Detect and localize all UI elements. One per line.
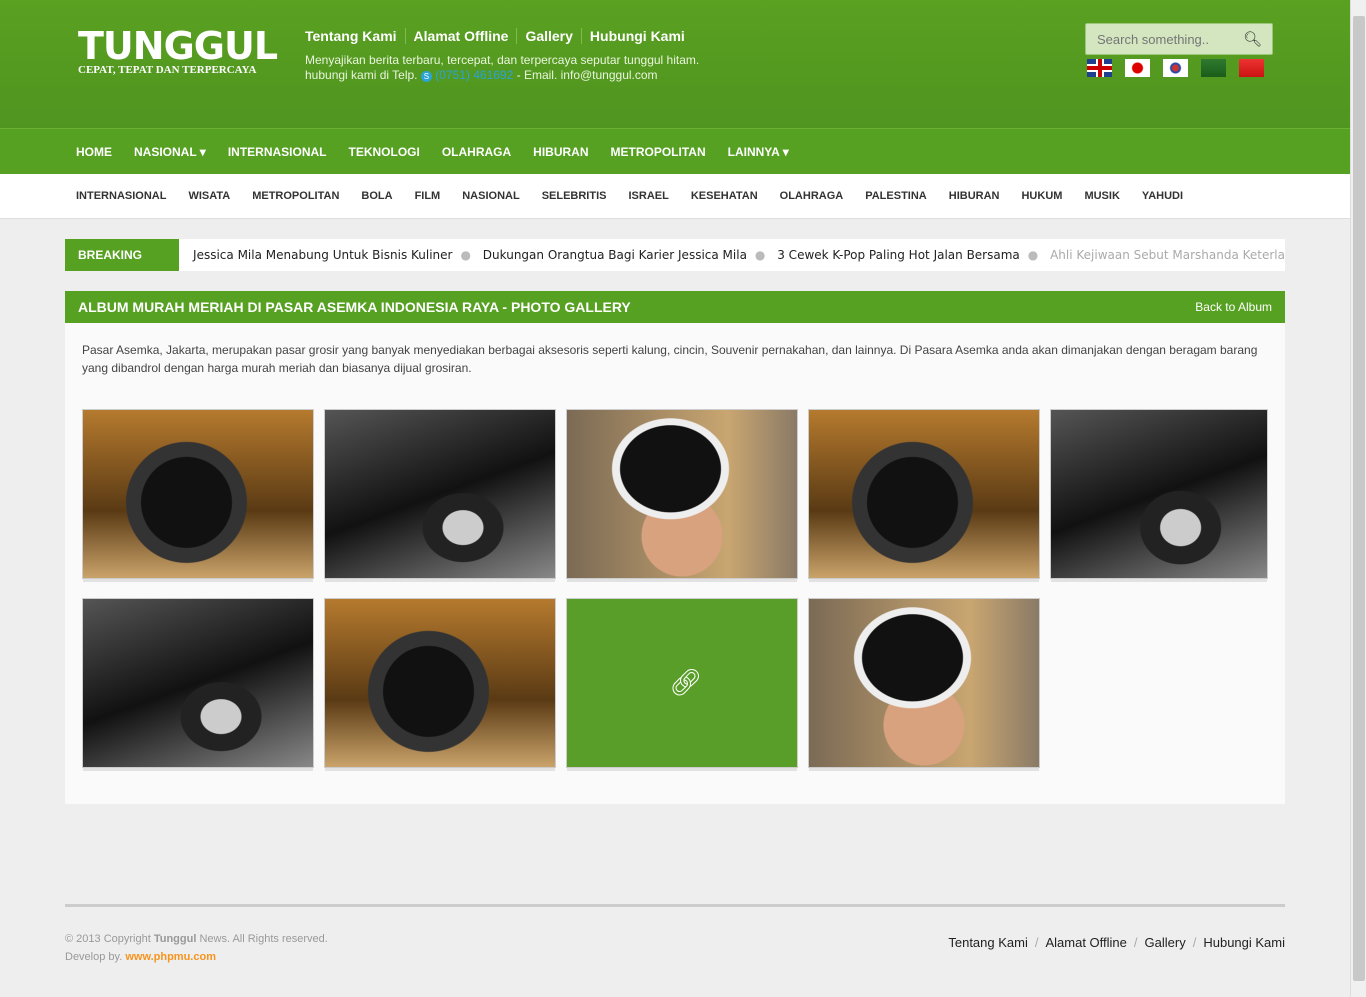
gallery-photo-camera[interactable] [808, 409, 1040, 579]
search-input[interactable] [1086, 24, 1236, 54]
news-item[interactable]: Dukungan Orangtua Bagi Karier Jessica Mi… [483, 248, 747, 262]
top-link[interactable]: Hubungi Kami [580, 28, 693, 44]
subnav-item[interactable]: NASIONAL [462, 174, 519, 218]
nav-item[interactable]: OLAHRAGA [442, 129, 511, 175]
nav-item[interactable]: HIBURAN [533, 129, 588, 175]
sub-nav: INTERNASIONAL WISATA METROPOLITAN BOLA FILM N… [0, 174, 1350, 219]
subnav-item[interactable]: PALESTINA [865, 174, 927, 218]
scrollbar[interactable] [1350, 0, 1366, 997]
subnav-item[interactable]: SELEBRITIS [542, 174, 607, 218]
gallery-photo-camera[interactable] [324, 598, 556, 768]
subnav-item[interactable]: ISRAEL [628, 174, 668, 218]
saudi-flag-icon[interactable] [1201, 59, 1226, 77]
uk-flag-icon[interactable] [1087, 59, 1112, 77]
news-item[interactable]: Ahli Kejiwaan Sebut Marshanda Keterla [1050, 248, 1285, 262]
gallery-photo-car-hovered[interactable]: 🔗︎ [566, 598, 798, 768]
gallery-photo-car[interactable] [82, 598, 314, 768]
nav-item[interactable]: LAINNYA ▾ [728, 129, 789, 175]
site-description: Menyajikan berita terbaru, tercepat, dan… [305, 53, 700, 82]
breaking-news: BREAKING NEWS Jessica Mila Menabung Untu… [65, 239, 1285, 271]
footer-links: Tentang Kami / Alamat Offline / Gallery / H… [948, 935, 1285, 950]
language-flags [1087, 59, 1264, 77]
nav-item[interactable]: METROPOLITAN [611, 129, 706, 175]
subnav-item[interactable]: OLAHRAGA [780, 174, 844, 218]
subnav-item[interactable]: MUSIK [1084, 174, 1119, 218]
gallery-photo-camera[interactable] [82, 409, 314, 579]
gallery-photo-woman[interactable] [566, 409, 798, 579]
footer-link[interactable]: Alamat Offline [1045, 935, 1126, 950]
korea-flag-icon[interactable] [1163, 59, 1188, 77]
news-item[interactable]: 3 Cewek K-Pop Paling Hot Jalan Bersama [777, 248, 1020, 262]
footer-divider [65, 904, 1285, 907]
top-links: Tentang Kami Alamat Offline Gallery Hubu… [305, 28, 693, 44]
breaking-news-label: BREAKING NEWS [65, 239, 180, 271]
footer-link[interactable]: Hubungi Kami [1203, 935, 1285, 950]
subnav-item[interactable]: FILM [415, 174, 441, 218]
scrollbar-thumb[interactable] [1353, 16, 1365, 981]
main-nav: HOME NASIONAL ▾ INTERNASIONAL TEKNOLOGI OLAH… [0, 128, 1350, 174]
china-flag-icon[interactable] [1239, 59, 1264, 77]
copyright: © 2013 Copyright Tunggul News. All Right… [65, 933, 328, 963]
subnav-item[interactable]: KESEHATAN [691, 174, 758, 218]
footer-link[interactable]: Gallery [1145, 935, 1186, 950]
nav-item[interactable]: TEKNOLOGI [348, 129, 419, 175]
skype-icon: S [420, 71, 432, 82]
nav-item[interactable]: INTERNASIONAL [228, 129, 327, 175]
logo[interactable]: TUNGGUL CEPAT, TEPAT DAN TERPERCAYA [78, 26, 278, 76]
subnav-item[interactable]: HUKUM [1021, 174, 1062, 218]
header: TUNGGUL CEPAT, TEPAT DAN TERPERCAYA Tent… [0, 0, 1350, 128]
back-to-album-link[interactable]: Back to Album [1195, 300, 1272, 314]
subnav-item[interactable]: METROPOLITAN [252, 174, 339, 218]
developer-link[interactable]: www.phpmu.com [125, 951, 216, 963]
subnav-item[interactable]: BOLA [361, 174, 392, 218]
japan-flag-icon[interactable] [1125, 59, 1150, 77]
gallery-photo-car[interactable] [324, 409, 556, 579]
nav-item[interactable]: NASIONAL ▾ [134, 129, 206, 175]
top-link[interactable]: Tentang Kami [305, 28, 405, 44]
search-icon[interactable]: 🔍︎ [1243, 30, 1262, 48]
subnav-item[interactable]: HIBURAN [949, 174, 1000, 218]
album-title: ALBUM MURAH MERIAH DI PASAR ASEMKA INDON… [78, 299, 631, 315]
nav-item[interactable]: HOME [76, 129, 112, 175]
top-link[interactable]: Alamat Offline [404, 28, 517, 44]
subnav-item[interactable]: WISATA [188, 174, 230, 218]
news-item[interactable]: Jessica Mila Menabung Untuk Bisnis Kulin… [193, 248, 452, 262]
search-box: 🔍︎ [1085, 23, 1273, 55]
gallery-photo-car[interactable] [1050, 409, 1268, 579]
footer-link[interactable]: Tentang Kami [948, 935, 1028, 950]
link-icon[interactable]: 🔗︎ [669, 667, 702, 698]
top-link[interactable]: Gallery [516, 28, 580, 44]
album-description: Pasar Asemka, Jakarta, merupakan pasar g… [82, 343, 1258, 375]
subnav-item[interactable]: INTERNASIONAL [76, 174, 166, 218]
subnav-item[interactable]: YAHUDI [1142, 174, 1183, 218]
gallery-photo-woman[interactable] [808, 598, 1040, 768]
